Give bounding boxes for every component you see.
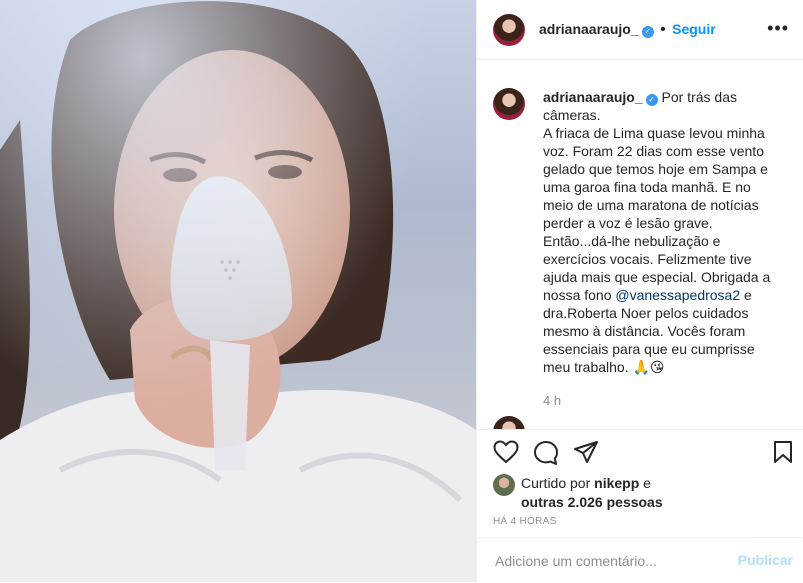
- post-actions: Curtido por nikepp e outras 2.026 pessoa…: [477, 429, 803, 582]
- post-header: adrianaaraujo_ ✓ • Seguir •••: [477, 0, 803, 60]
- comments-area: adrianaaraujo_ ✓ Por trás das câmeras. A …: [477, 60, 803, 429]
- post-header-info: adrianaaraujo_ ✓ • Seguir: [539, 21, 716, 39]
- comment-input[interactable]: [493, 550, 727, 572]
- caption-body-start: Por trás das câmeras. A friaca de Lima q…: [543, 89, 771, 303]
- likes-others-link[interactable]: outras 2.026 pessoas: [521, 494, 663, 510]
- likes-summary: Curtido por nikepp e outras 2.026 pessoa…: [521, 474, 663, 512]
- caption-verified-badge-icon: ✓: [645, 94, 658, 106]
- liker-avatar[interactable]: [493, 474, 515, 496]
- verified-badge-icon: ✓: [641, 26, 654, 38]
- bookmark-icon[interactable]: [773, 440, 793, 464]
- caption-time[interactable]: 4 h: [543, 393, 561, 408]
- add-comment-bar: Publicar: [477, 537, 803, 583]
- caption-username[interactable]: adrianaaraujo_: [543, 89, 643, 105]
- first-liker-link[interactable]: nikepp: [594, 475, 639, 491]
- mention-link[interactable]: @vanessapedrosa2: [615, 287, 740, 303]
- comment-icon[interactable]: [533, 440, 559, 466]
- separator-dot: •: [660, 21, 666, 38]
- next-comment-avatar[interactable]: [493, 416, 525, 429]
- follow-button[interactable]: Seguir: [672, 21, 716, 37]
- post-photo-illustration: [0, 0, 476, 582]
- post-timestamp[interactable]: HÁ 4 HORAS: [493, 516, 557, 527]
- avatar[interactable]: [493, 14, 525, 46]
- caption-avatar[interactable]: [493, 88, 525, 120]
- likes-prefix: Curtido por: [521, 475, 595, 491]
- like-heart-icon[interactable]: [493, 440, 519, 464]
- post-photo[interactable]: [0, 0, 476, 582]
- likes-connector: e: [639, 475, 651, 491]
- caption-text: adrianaaraujo_ ✓ Por trás das câmeras. A …: [543, 88, 781, 376]
- more-options-icon[interactable]: •••: [767, 18, 789, 39]
- post-side-panel: adrianaaraujo_ ✓ • Seguir ••• adrianaarau…: [476, 0, 803, 582]
- username-link[interactable]: adrianaaraujo_: [539, 21, 639, 37]
- publish-button[interactable]: Publicar: [738, 552, 793, 568]
- share-icon[interactable]: [573, 440, 599, 464]
